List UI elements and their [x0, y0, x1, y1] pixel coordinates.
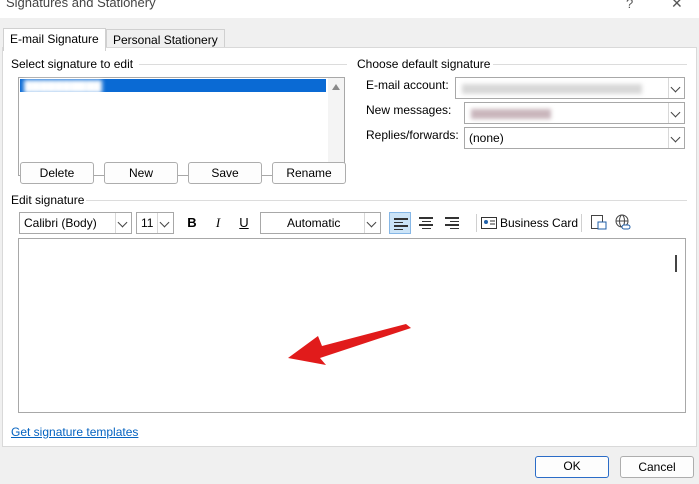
align-left-button[interactable]	[389, 212, 411, 234]
dropdown-button[interactable]	[668, 78, 684, 98]
select-signature-label: Select signature to edit	[11, 57, 134, 71]
insert-picture-button[interactable]	[588, 212, 610, 234]
title-bar: Signatures and Stationery ? ✕	[0, 0, 699, 18]
cancel-button-label: Cancel	[638, 460, 676, 474]
annotation-arrow-icon	[288, 324, 411, 365]
divider	[493, 64, 687, 65]
save-button[interactable]: Save	[188, 162, 262, 184]
rename-button[interactable]: Rename	[272, 162, 346, 184]
replies-label: Replies/forwards:	[366, 128, 459, 142]
close-icon[interactable]: ✕	[671, 0, 683, 12]
signature-name-redacted: ██████████	[24, 81, 102, 93]
font-select[interactable]: Calibri (Body)	[19, 212, 132, 234]
chevron-down-icon	[117, 217, 128, 228]
scroll-up-icon[interactable]	[332, 84, 340, 90]
tab-email-signature[interactable]: E-mail Signature	[3, 28, 106, 51]
new-button[interactable]: New	[104, 162, 178, 184]
dropdown-button[interactable]	[364, 213, 380, 233]
editor-scroll-thumb[interactable]	[675, 255, 677, 272]
toolbar-separator	[581, 214, 582, 232]
font-size-value: 11	[141, 216, 154, 230]
edit-signature-label: Edit signature	[11, 193, 85, 207]
align-center-icon	[419, 217, 433, 229]
align-right-button[interactable]	[441, 212, 463, 234]
delete-button[interactable]: Delete	[20, 162, 94, 184]
chevron-down-icon	[366, 217, 377, 228]
chevron-down-icon	[159, 217, 170, 228]
dropdown-button[interactable]	[668, 103, 684, 123]
font-color-select[interactable]: Automatic	[260, 212, 381, 234]
chevron-down-icon	[670, 107, 681, 118]
default-signature-label: Choose default signature	[357, 57, 491, 71]
hyperlink-icon	[615, 214, 631, 230]
underline-button[interactable]: U	[233, 212, 255, 234]
hyperlink-button[interactable]	[612, 212, 634, 234]
chevron-down-icon	[670, 132, 681, 143]
new-button-label: New	[128, 166, 153, 180]
save-button-label: Save	[211, 166, 239, 180]
new-messages-select[interactable]	[464, 102, 685, 124]
font-color-value: Automatic	[287, 216, 341, 230]
align-right-icon	[445, 217, 459, 229]
bold-button[interactable]: B	[181, 212, 203, 234]
font-size-select[interactable]: 11	[136, 212, 174, 234]
email-account-label: E-mail account:	[366, 78, 449, 92]
redacted-value	[471, 109, 551, 119]
new-messages-label: New messages:	[366, 103, 452, 117]
dropdown-button[interactable]	[115, 213, 131, 233]
tab-label: Personal Stationery	[113, 33, 218, 47]
email-account-select[interactable]	[455, 77, 685, 99]
ok-button[interactable]: OK	[535, 456, 609, 478]
redacted-value	[462, 84, 642, 94]
chevron-down-icon	[670, 82, 681, 93]
ok-button-label: OK	[563, 459, 581, 473]
picture-icon	[591, 215, 607, 230]
align-center-button[interactable]	[415, 212, 437, 234]
font-value: Calibri (Body)	[24, 216, 97, 230]
delete-button-label: Delete	[39, 166, 75, 180]
dropdown-button[interactable]	[668, 128, 684, 148]
toolbar-separator	[476, 214, 477, 232]
divider	[86, 200, 687, 201]
business-card-icon	[481, 217, 497, 229]
rename-button-label: Rename	[286, 166, 332, 180]
window-title: Signatures and Stationery	[6, 0, 156, 10]
align-left-icon	[394, 218, 408, 230]
signature-list-item-selected[interactable]: ██████████	[20, 79, 326, 93]
list-scrollbar[interactable]	[328, 78, 344, 175]
cancel-button[interactable]: Cancel	[620, 456, 694, 478]
replies-forwards-select[interactable]: (none)	[464, 127, 685, 149]
replies-value: (none)	[469, 131, 504, 145]
tab-label: E-mail Signature	[10, 32, 99, 46]
help-icon[interactable]: ?	[626, 0, 633, 11]
italic-button[interactable]: I	[207, 212, 229, 234]
signature-templates-link[interactable]: Get signature templates	[11, 425, 138, 439]
business-card-label: Business Card	[500, 216, 579, 230]
divider	[139, 64, 347, 65]
dropdown-button[interactable]	[157, 213, 173, 233]
